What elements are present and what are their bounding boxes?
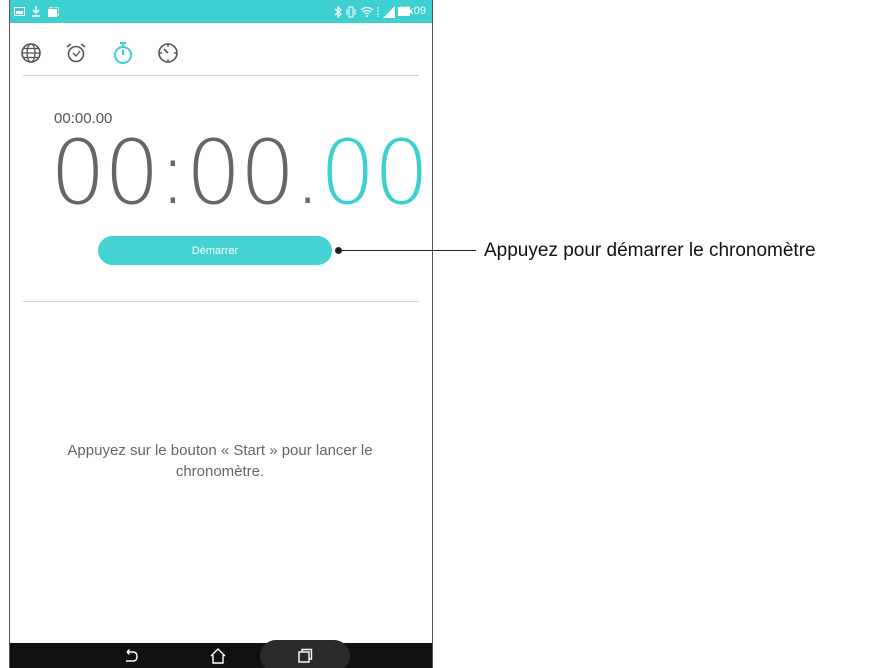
tab-timer[interactable]: [152, 35, 184, 71]
stopwatch-display: 00:00.00: [50, 118, 430, 228]
callout-text: Appuyez pour démarrer le chronomètre: [484, 240, 816, 261]
content-divider: [23, 301, 419, 302]
tab-stopwatch[interactable]: [107, 35, 139, 71]
wifi-icon: [360, 4, 374, 19]
vibrate-icon: [345, 4, 357, 19]
navigation-bar: [10, 640, 432, 668]
tab-world-clock[interactable]: [15, 35, 47, 71]
tab-alarm[interactable]: [60, 35, 92, 71]
stopwatch-icon: [114, 42, 132, 64]
callout-line: [338, 250, 476, 251]
alarm-clock-icon: [66, 43, 86, 63]
start-button[interactable]: Démarrer: [98, 236, 332, 265]
transfer-icon: [376, 4, 380, 19]
main-time: 00:00.: [50, 121, 322, 224]
recent-apps-icon: [298, 648, 313, 663]
photo-icon: [48, 4, 59, 19]
centiseconds: 00: [319, 121, 430, 224]
phone-screen: 05:09 00:00.00 00:00.00 Démarrer Appuyez…: [9, 0, 433, 668]
tab-divider: [23, 75, 419, 76]
sim-icon: [383, 4, 395, 19]
status-bar: 05:09: [10, 0, 432, 23]
status-time: 05:09: [398, 5, 426, 17]
recent-apps-button[interactable]: [290, 647, 320, 665]
back-icon: [126, 649, 138, 662]
back-button[interactable]: [116, 647, 146, 665]
gallery-icon: [14, 4, 25, 19]
bluetooth-icon: [334, 4, 342, 19]
home-button[interactable]: [203, 647, 233, 665]
tab-bar: [10, 35, 432, 75]
globe-icon: [21, 43, 41, 63]
home-icon: [210, 648, 226, 664]
download-icon: [31, 4, 41, 19]
hint-text: Appuyez sur le bouton « Start » pour lan…: [67, 442, 373, 480]
timer-icon: [158, 43, 178, 63]
